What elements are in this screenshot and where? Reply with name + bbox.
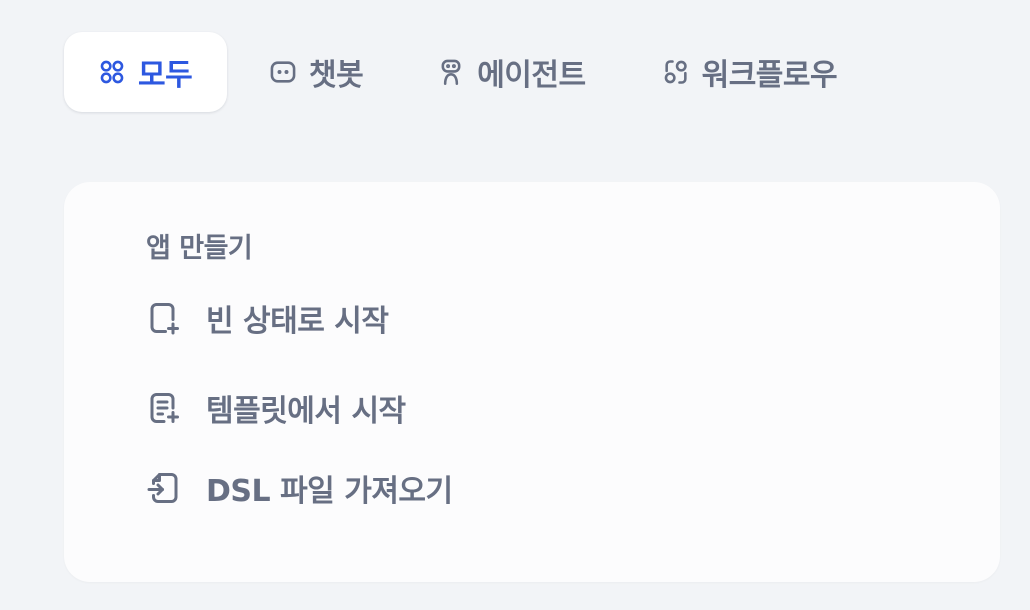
create-blank-app-item[interactable]: 빈 상태로 시작: [146, 296, 389, 340]
tab-workflow[interactable]: 워크플로우: [662, 32, 838, 112]
item-label: 템플릿에서 시작: [206, 394, 406, 429]
workflow-icon: [662, 58, 690, 86]
file-text-plus-icon: [146, 390, 182, 426]
tab-label: 모두: [138, 58, 193, 93]
robot-icon: [437, 58, 465, 86]
tab-agent[interactable]: 에이전트: [437, 32, 586, 112]
app-type-tabs: 모두 챗봇 에이전트 워크플로우: [64, 32, 838, 112]
file-import-icon: [146, 470, 182, 506]
tab-label: 에이전트: [477, 58, 586, 93]
item-label: DSL 파일 가져오기: [206, 474, 453, 509]
create-from-template-item[interactable]: 템플릿에서 시작: [146, 386, 406, 430]
grid-four-circles-icon: [98, 58, 126, 86]
tab-all[interactable]: 모두: [64, 32, 227, 112]
file-plus-icon: [146, 300, 182, 336]
item-label: 빈 상태로 시작: [206, 304, 389, 339]
tab-chatbot[interactable]: 챗봇: [269, 32, 364, 112]
create-app-title: 앱 만들기: [146, 233, 253, 264]
tab-label: 챗봇: [309, 58, 364, 93]
chat-bubble-icon: [269, 58, 297, 86]
tab-label: 워크플로우: [701, 58, 838, 93]
create-app-card: 앱 만들기 빈 상태로 시작 템플릿에서 시작 DSL 파일 가져오기: [64, 182, 1000, 582]
import-dsl-item[interactable]: DSL 파일 가져오기: [146, 466, 453, 510]
